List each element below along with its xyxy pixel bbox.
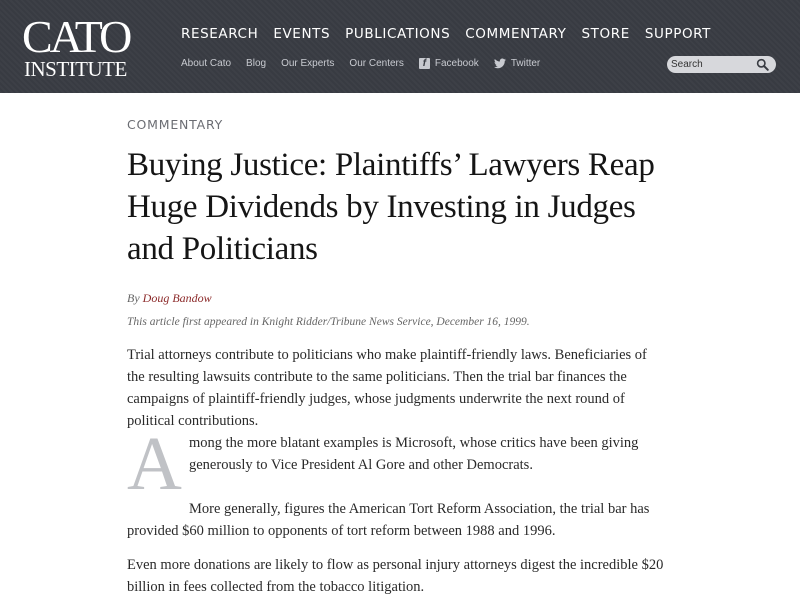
subnav-about[interactable]: About Cato	[181, 58, 231, 69]
twitter-icon	[493, 58, 506, 69]
subnav-experts[interactable]: Our Experts	[281, 58, 334, 69]
facebook-label: Facebook	[434, 58, 479, 69]
subnav-blog[interactable]: Blog	[246, 58, 266, 69]
dropcap-letter: A	[127, 422, 182, 506]
subnav-centers[interactable]: Our Centers	[349, 58, 403, 69]
paragraph-4: Even more donations are likely to flow a…	[127, 557, 664, 595]
byline-prefix: By	[127, 291, 143, 305]
article-kicker[interactable]: COMMENTARY	[127, 117, 223, 132]
logo-line2: INSTITUTE	[24, 57, 127, 81]
search-box	[667, 56, 776, 73]
source-note: This article first appeared in Knight Ri…	[127, 316, 530, 328]
nav-store[interactable]: STORE	[581, 26, 629, 42]
twitter-label: Twitter	[510, 58, 541, 69]
dropcap-paragraph: A mong the more blatant examples is Micr…	[127, 422, 667, 506]
byline: By Doug Bandow	[127, 291, 212, 306]
main-nav: RESEARCH EVENTS PUBLICATIONS COMMENTARY …	[181, 26, 711, 42]
nav-research[interactable]: RESEARCH	[181, 26, 258, 42]
paragraph-2: mong the more blatant examples is Micros…	[189, 435, 639, 473]
sub-nav: About Cato Blog Our Experts Our Centers …	[181, 58, 540, 69]
nav-commentary[interactable]: COMMENTARY	[465, 26, 566, 42]
article-title: Buying Justice: Plaintiffs’ Lawyers Reap…	[127, 147, 655, 267]
nav-publications[interactable]: PUBLICATIONS	[345, 26, 450, 42]
subnav-twitter[interactable]: Twitter	[493, 58, 541, 69]
paragraph-3: More generally, figures the American Tor…	[127, 501, 650, 539]
nav-support[interactable]: SUPPORT	[645, 26, 711, 42]
author-link[interactable]: Doug Bandow	[143, 291, 212, 305]
facebook-icon: f	[418, 58, 430, 69]
site-header: CATO INSTITUTE RESEARCH EVENTS PUBLICATI…	[0, 0, 800, 93]
article-body: Trial attorneys contribute to politician…	[127, 344, 667, 598]
logo-line1: CATO	[22, 11, 132, 62]
paragraph-1: Trial attorneys contribute to politician…	[127, 347, 647, 429]
search-icon[interactable]	[756, 58, 769, 71]
subnav-facebook[interactable]: f Facebook	[418, 58, 479, 69]
search-input[interactable]	[671, 57, 751, 72]
nav-events[interactable]: EVENTS	[273, 26, 330, 42]
cato-logo[interactable]: CATO INSTITUTE	[22, 11, 134, 81]
